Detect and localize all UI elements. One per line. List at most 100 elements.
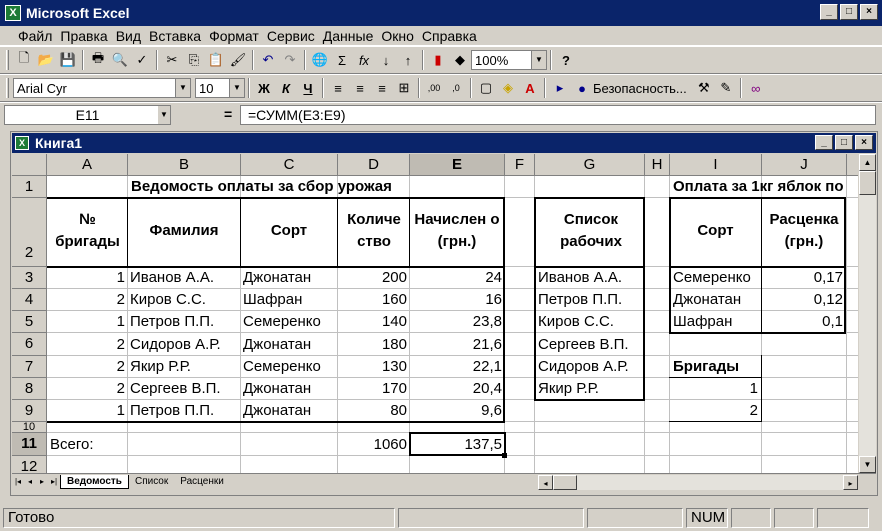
worksheet-grid[interactable]: A B C D E F G H I J 1 2 3 4 5 6 7 8 9 10… (12, 154, 858, 473)
cut-icon[interactable]: ✂ (161, 49, 183, 71)
list-item[interactable]: Иванов А.А. (538, 267, 622, 289)
brigade-value[interactable]: 2 (670, 400, 758, 422)
print-icon[interactable]: 🖶 (87, 49, 109, 71)
sort-asc-icon[interactable]: ↓ (375, 49, 397, 71)
table-cell[interactable]: Иванов А.А. (130, 267, 214, 289)
column-header[interactable] (847, 154, 858, 176)
vertical-scrollbar[interactable]: ▲ ▼ (859, 154, 876, 473)
row-header[interactable]: 12 (12, 456, 47, 473)
list-item[interactable]: Якир Р.Р. (538, 378, 599, 400)
header-surname[interactable]: Фамилия (128, 220, 240, 242)
menu-help[interactable]: Справка (418, 28, 481, 44)
align-right-icon[interactable]: ≡ (371, 77, 393, 99)
menu-data[interactable]: Данные (319, 28, 378, 44)
table-cell[interactable]: Семеренко (243, 356, 321, 378)
column-header[interactable]: J (762, 154, 847, 176)
table-cell[interactable]: 1 (48, 311, 125, 333)
name-box[interactable]: E11 ▼ (4, 104, 171, 125)
security-button[interactable]: Безопасность... (593, 81, 687, 96)
table-cell[interactable]: Петров П.П. (130, 400, 214, 422)
prev-sheet-icon[interactable]: ◂ (24, 477, 36, 486)
copy-icon[interactable]: ⎘ (183, 49, 205, 71)
header-price[interactable]: Расценка (грн.) (762, 209, 846, 253)
minimize-button[interactable]: _ (820, 4, 838, 20)
table-cell[interactable]: 22,1 (410, 356, 502, 378)
header-accrued[interactable]: Начислен о (грн.) (410, 209, 504, 253)
table-cell[interactable]: Киров С.С. (130, 289, 206, 311)
table-cell[interactable]: Шафран (243, 289, 302, 311)
open-icon[interactable]: 📂 (35, 49, 57, 71)
font-size-select[interactable]: 10 ▼ (195, 78, 245, 98)
borders-icon[interactable]: ▢ (475, 77, 497, 99)
price-variety[interactable]: Джонатан (673, 289, 741, 311)
function-icon[interactable]: fx (353, 49, 375, 71)
row-header[interactable]: 10 (12, 422, 47, 433)
row-header[interactable]: 5 (12, 311, 47, 333)
table-cell[interactable]: 1 (48, 400, 125, 422)
table-cell[interactable]: Петров П.П. (130, 311, 214, 333)
scroll-thumb[interactable] (859, 171, 876, 195)
sort-desc-icon[interactable]: ↑ (397, 49, 419, 71)
tools-icon[interactable]: ⚒ (693, 77, 715, 99)
table-cell[interactable]: 24 (410, 267, 502, 289)
menu-edit[interactable]: Правка (56, 28, 111, 44)
total-qty[interactable]: 1060 (338, 434, 407, 456)
row-header[interactable]: 4 (12, 289, 47, 311)
price-title[interactable]: Оплата за 1кг яблок по (673, 176, 844, 198)
row-header[interactable]: 11 (12, 433, 47, 456)
play-icon[interactable]: ▸ (549, 77, 571, 99)
table-cell[interactable]: 140 (338, 311, 407, 333)
format-painter-icon[interactable]: 🖌 (227, 49, 249, 71)
font-color-icon[interactable]: A (519, 77, 541, 99)
total-label[interactable]: Всего: (50, 434, 94, 456)
autosum-icon[interactable]: Σ (331, 49, 353, 71)
sheet-title[interactable]: Ведомость оплаты за сбор урожая (131, 176, 392, 198)
undo-icon[interactable]: ↶ (257, 49, 279, 71)
menu-view[interactable]: Вид (112, 28, 145, 44)
wb-minimize-button[interactable]: _ (815, 135, 833, 150)
spelling-icon[interactable]: ✓ (131, 49, 153, 71)
table-cell[interactable]: Джонатан (243, 267, 311, 289)
row-header[interactable]: 2 (12, 198, 47, 267)
new-icon[interactable]: 🗋 (13, 49, 35, 71)
table-cell[interactable]: Джонатан (243, 378, 311, 400)
table-cell[interactable]: Семеренко (243, 311, 321, 333)
header-workers[interactable]: Список рабочих (539, 209, 643, 253)
table-cell[interactable]: 160 (338, 289, 407, 311)
header-variety[interactable]: Сорт (241, 220, 337, 242)
save-icon[interactable]: 💾 (57, 49, 79, 71)
row-header[interactable]: 9 (12, 400, 47, 422)
zoom-select[interactable]: 100% ▼ (471, 50, 547, 70)
menu-format[interactable]: Формат (205, 28, 263, 44)
drawing-icon[interactable]: ◆ (449, 49, 471, 71)
price-value[interactable]: 0,1 (762, 311, 843, 333)
column-header[interactable]: I (670, 154, 762, 176)
row-header[interactable]: 8 (12, 378, 47, 400)
last-sheet-icon[interactable]: ▸| (48, 477, 60, 486)
table-cell[interactable]: Сидоров А.Р. (130, 334, 221, 356)
table-cell[interactable]: 23,8 (410, 311, 502, 333)
table-cell[interactable]: Джонатан (243, 334, 311, 356)
hscroll-thumb[interactable] (553, 475, 577, 490)
redo-icon[interactable]: ↷ (279, 49, 301, 71)
list-item[interactable]: Сидоров А.Р. (538, 356, 629, 378)
price-variety[interactable]: Семеренко (673, 267, 751, 289)
table-cell[interactable]: 2 (48, 334, 125, 356)
chart-wizard-icon[interactable]: ▮ (427, 49, 449, 71)
row-header[interactable]: 7 (12, 356, 47, 378)
next-sheet-icon[interactable]: ▸ (36, 477, 48, 486)
row-header[interactable]: 6 (12, 333, 47, 356)
close-button[interactable]: × (860, 4, 878, 20)
fill-color-icon[interactable]: ◈ (497, 77, 519, 99)
table-cell[interactable]: 130 (338, 356, 407, 378)
column-header[interactable]: B (128, 154, 241, 176)
formula-input[interactable]: =СУММ(E3:E9) (240, 105, 876, 125)
list-item[interactable]: Киров С.С. (538, 311, 614, 333)
row-header[interactable]: 3 (12, 267, 47, 289)
table-cell[interactable]: 180 (338, 334, 407, 356)
chevron-down-icon[interactable]: ▼ (229, 79, 244, 97)
help-icon[interactable]: ? (555, 49, 577, 71)
decrease-decimal-icon[interactable]: ,0 (445, 77, 467, 99)
table-cell[interactable]: 200 (338, 267, 407, 289)
wb-close-button[interactable]: × (855, 135, 873, 150)
